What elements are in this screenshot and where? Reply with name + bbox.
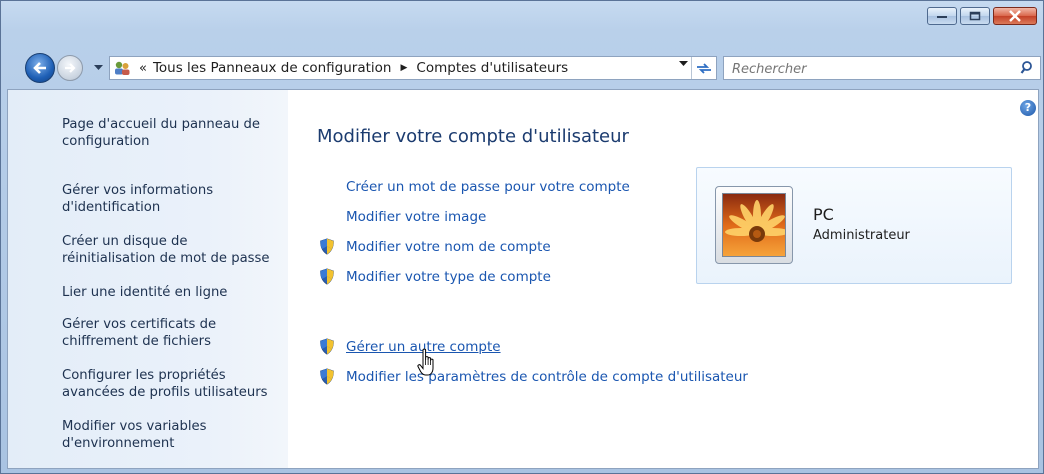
uac-shield-icon xyxy=(320,268,334,285)
flower-picture-icon xyxy=(722,193,786,257)
sidebar-item-manage-credentials[interactable]: Gérer vos informations d'identification xyxy=(62,182,282,216)
sidebar-item-password-reset-disk[interactable]: Créer un disque de réinitialisation de m… xyxy=(62,233,282,267)
uac-settings-link[interactable]: Modifier les paramètres de contrôle de c… xyxy=(346,369,748,385)
page-title: Modifier votre compte d'utilisateur xyxy=(317,126,629,147)
minimize-button[interactable] xyxy=(927,7,957,25)
search-input[interactable] xyxy=(730,59,1004,79)
control-panel-window: « Tous les Panneaux de configuration ▶ C… xyxy=(0,0,1044,474)
create-password-link[interactable]: Créer un mot de passe pour votre compte xyxy=(346,179,630,195)
change-account-name-link[interactable]: Modifier votre nom de compte xyxy=(346,239,551,255)
content-area: Page d'accueil du panneau de configurati… xyxy=(7,89,1039,469)
user-name: PC xyxy=(813,205,834,224)
uac-shield-icon xyxy=(320,338,334,355)
back-button[interactable] xyxy=(25,53,55,83)
user-account-card: PC Administrateur xyxy=(696,167,1012,284)
breadcrumb-user-accounts[interactable]: Comptes d'utilisateurs xyxy=(416,60,568,76)
address-dropdown-icon[interactable] xyxy=(679,61,688,67)
navigation-bar: « Tous les Panneaux de configuration ▶ C… xyxy=(1,51,1043,85)
sidebar-item-advanced-profile-properties[interactable]: Configurer les propriétés avancées de pr… xyxy=(62,367,282,401)
change-account-type-link[interactable]: Modifier votre type de compte xyxy=(346,269,551,285)
maximize-button[interactable] xyxy=(960,7,990,25)
help-icon[interactable]: ? xyxy=(1020,100,1036,116)
caption-buttons xyxy=(924,7,1037,25)
refresh-icon xyxy=(697,63,711,74)
back-arrow-icon xyxy=(33,62,46,74)
recent-pages-dropdown[interactable] xyxy=(94,65,103,71)
change-picture-link[interactable]: Modifier votre image xyxy=(346,209,486,225)
close-icon xyxy=(1009,10,1021,22)
sidebar: Page d'accueil du panneau de configurati… xyxy=(8,90,288,468)
breadcrumb-control-panel[interactable]: Tous les Panneaux de configuration xyxy=(153,60,392,76)
uac-shield-icon xyxy=(320,368,334,385)
breadcrumb-separator[interactable]: ▶ xyxy=(401,63,408,73)
hand-pointer-cursor-icon xyxy=(417,348,434,376)
sidebar-item-environment-variables[interactable]: Modifier vos variables d'environnement xyxy=(62,418,282,452)
main-panel: ? Modifier votre compte d'utilisateur Cr… xyxy=(288,90,1038,468)
forward-arrow-icon xyxy=(65,63,76,73)
sidebar-item-file-encryption-certificates[interactable]: Gérer vos certificats de chiffrement de … xyxy=(62,316,282,350)
avatar[interactable] xyxy=(715,186,793,264)
uac-shield-icon xyxy=(320,238,334,255)
sidebar-item-link-online-id[interactable]: Lier une identité en ligne xyxy=(62,284,282,301)
refresh-button[interactable] xyxy=(691,57,716,79)
user-accounts-icon xyxy=(113,59,133,77)
address-bar[interactable]: « Tous les Panneaux de configuration ▶ C… xyxy=(109,56,717,80)
search-box xyxy=(723,56,1041,80)
title-bar xyxy=(1,1,1043,47)
search-icon[interactable] xyxy=(1020,60,1036,76)
user-role: Administrateur xyxy=(813,228,910,243)
minimize-icon xyxy=(937,16,947,18)
forward-button[interactable] xyxy=(57,55,83,81)
close-button[interactable] xyxy=(993,7,1037,25)
address-prefix[interactable]: « xyxy=(139,61,147,76)
maximize-icon xyxy=(969,11,981,21)
sidebar-item-control-panel-home[interactable]: Page d'accueil du panneau de configurati… xyxy=(62,116,282,150)
